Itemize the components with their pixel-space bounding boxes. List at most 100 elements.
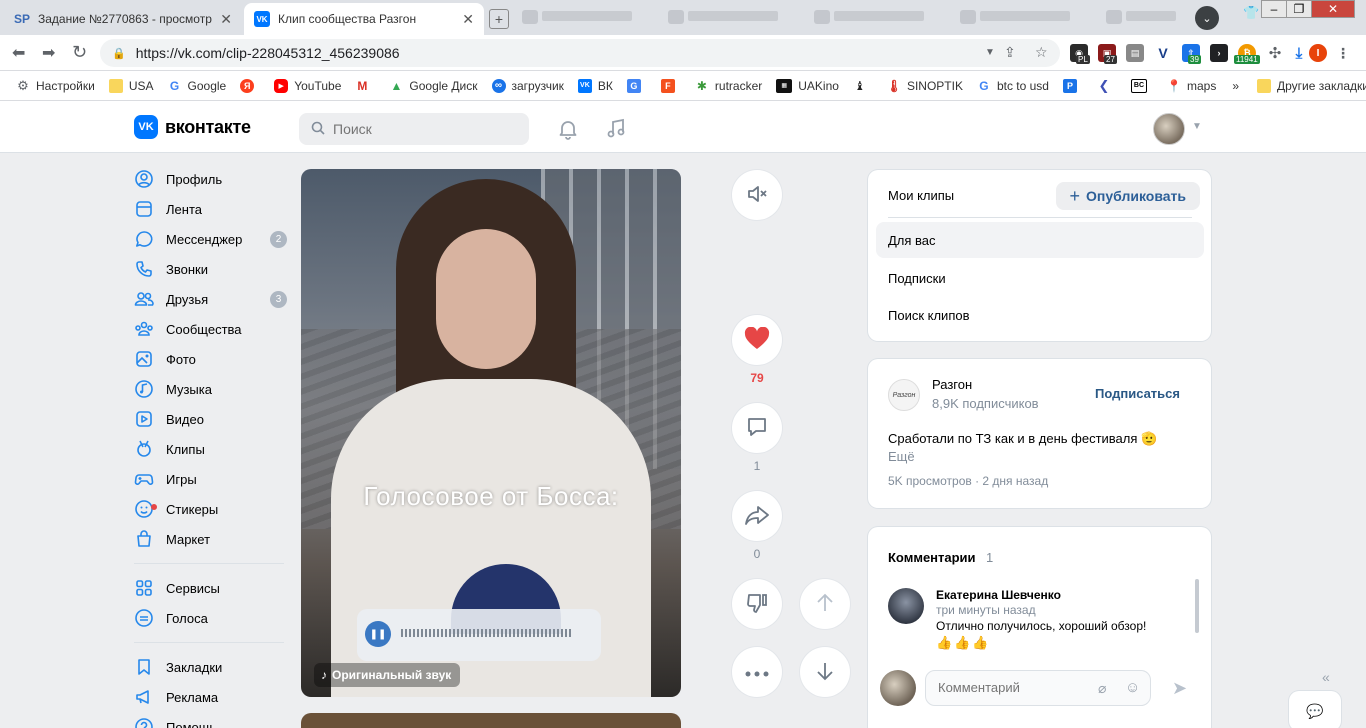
subscribe-button[interactable]: Подписаться (1095, 386, 1180, 401)
publish-button[interactable]: + Опубликовать (1055, 182, 1200, 210)
extension-briefcase-icon[interactable]: ▤ (1126, 44, 1144, 62)
bookmark-arrow[interactable]: ❮ (1097, 78, 1117, 93)
close-window-icon[interactable]: ✕ (1311, 0, 1355, 18)
nav-item-services[interactable]: Сервисы (134, 573, 289, 603)
like-button[interactable] (732, 315, 782, 365)
background-tab-icon[interactable] (522, 10, 538, 24)
url-field[interactable]: 🔒 https://vk.com/clip-228045312_45623908… (100, 39, 1060, 67)
chat-button[interactable]: 💬 (1289, 691, 1341, 728)
forward-icon[interactable]: ➡ (42, 43, 55, 63)
tab-search-chevron-icon[interactable]: ⌄ (1195, 6, 1219, 30)
comment-time[interactable]: три минуты назад (936, 603, 1036, 617)
bookmark-google-drive[interactable]: ▲ Google Диск (389, 79, 477, 93)
my-clips-title[interactable]: Мои клипы (888, 188, 954, 203)
vk-search[interactable] (299, 113, 529, 145)
profile-avatar[interactable]: I (1309, 44, 1327, 62)
nav-item-games[interactable]: Игры (134, 464, 289, 494)
nav-item-video[interactable]: Видео (134, 404, 289, 434)
nav-item-photos[interactable]: Фото (134, 344, 289, 374)
other-bookmarks[interactable]: Другие закладки (1257, 78, 1366, 93)
search-input[interactable] (333, 121, 513, 137)
clip-video-player[interactable]: Голосовое от Босса: ❚❚ ♪ Оригинальный зв… (301, 169, 681, 697)
bookmark-maps[interactable]: 📍 maps (1167, 79, 1217, 93)
comment-input-box[interactable]: ⌀ ☺ (925, 670, 1151, 706)
bookmark-rutracker[interactable]: ✱ rutracker (695, 79, 762, 93)
paperclip-icon[interactable]: ⌀ (1098, 680, 1106, 697)
minimize-icon[interactable]: – (1261, 0, 1287, 18)
extension-v-icon[interactable]: V (1154, 44, 1172, 62)
bookmark-uakino[interactable]: ▦ UAKino (776, 78, 839, 93)
bookmark-downloader[interactable]: ∞ загрузчик (491, 78, 564, 93)
show-more-link[interactable]: Ещё (888, 449, 915, 464)
extension-terminal-icon[interactable]: › (1210, 44, 1228, 62)
bookmark-gmail[interactable]: M (355, 79, 375, 93)
nav-item-music[interactable]: Музыка (134, 374, 289, 404)
nav-item-ads[interactable]: Реклама (134, 682, 289, 712)
commenter-name[interactable]: Екатерина Шевченко (936, 588, 1061, 602)
share-button[interactable] (732, 491, 782, 541)
menu-item-for-you[interactable]: Для вас (876, 222, 1204, 258)
mute-button[interactable] (732, 170, 782, 220)
background-tab-icon[interactable] (814, 10, 830, 24)
author-avatar[interactable]: Разгон (888, 379, 920, 411)
nav-item-clips[interactable]: Клипы (134, 434, 289, 464)
background-tab-icon[interactable] (1106, 10, 1122, 24)
bookmark-translate[interactable]: G (626, 78, 647, 93)
nav-item-votes[interactable]: Голоса (134, 603, 289, 633)
dropdown-arrow-icon[interactable]: ▼ (985, 47, 995, 58)
nav-item-profile[interactable]: Профиль (134, 164, 289, 194)
back-icon[interactable]: ⬅ (12, 43, 25, 63)
send-icon[interactable]: ➤ (1172, 678, 1187, 699)
bookmark-chess[interactable]: ♝ (853, 79, 873, 93)
new-tab-button[interactable]: + (489, 9, 509, 29)
original-sound-button[interactable]: ♪ Оригинальный звук (314, 663, 461, 687)
reload-icon[interactable]: ↻ (72, 42, 87, 63)
star-icon[interactable]: ☆ (1035, 44, 1048, 61)
bookmark-youtube[interactable]: ▶ YouTube (274, 78, 341, 93)
bookmark-btc-to-usd[interactable]: G btc to usd (977, 79, 1049, 93)
emoji-icon[interactable]: ☺ (1125, 679, 1140, 696)
background-tab-icon[interactable] (668, 10, 684, 24)
bookmark-p[interactable]: P (1062, 78, 1083, 93)
nav-item-bookmarks[interactable]: Закладки (134, 652, 289, 682)
bookmark-usa[interactable]: USA (108, 78, 154, 93)
bookmark-yandex[interactable]: Я (240, 78, 260, 93)
nav-item-friends[interactable]: Друзья 3 (134, 284, 289, 314)
user-avatar[interactable] (1153, 113, 1185, 145)
shirt-icon[interactable]: 👕 (1243, 5, 1259, 21)
previous-clip-button[interactable] (800, 579, 850, 629)
nav-item-help[interactable]: Помощь (134, 712, 289, 728)
nav-item-calls[interactable]: Звонки (134, 254, 289, 284)
bookmark-google[interactable]: G Google (168, 79, 226, 93)
browser-tab-vk-clip[interactable]: VK Клип сообщества Разгон ✕ (244, 3, 484, 35)
extensions-puzzle-icon[interactable]: ✣ (1266, 44, 1284, 62)
menu-kebab-icon[interactable]: ⋮ (1334, 44, 1352, 62)
nav-item-market[interactable]: Маркет (134, 524, 289, 554)
next-clip-preview[interactable] (301, 713, 681, 728)
close-tab-icon[interactable]: ✕ (462, 11, 474, 28)
commenter-avatar[interactable] (888, 588, 924, 624)
bookmark-sinoptik[interactable]: 🌡 SINOPTIK (886, 79, 963, 93)
background-tab-icon[interactable] (960, 10, 976, 24)
dislike-button[interactable] (732, 579, 782, 629)
share-icon[interactable]: ⇪ (1004, 44, 1016, 61)
bookmark-vk[interactable]: VK ВК (577, 78, 613, 93)
comment-input[interactable] (938, 680, 1088, 695)
more-options-button[interactable] (732, 647, 782, 697)
comments-scrollbar[interactable] (1195, 579, 1199, 633)
bookmark-f[interactable]: F (660, 78, 681, 93)
maximize-icon[interactable]: ❐ (1286, 0, 1312, 18)
nav-item-stickers[interactable]: Стикеры (134, 494, 289, 524)
browser-tab-task[interactable]: SP Задание №2770863 - просмотр з ✕ (4, 3, 242, 35)
bookmark-bc[interactable]: BC (1130, 78, 1153, 93)
close-tab-icon[interactable]: ✕ (220, 11, 232, 28)
nav-item-feed[interactable]: Лента (134, 194, 289, 224)
author-name[interactable]: Разгон (932, 377, 972, 392)
comment-button[interactable] (732, 403, 782, 453)
menu-item-subscriptions[interactable]: Подписки (876, 260, 1204, 296)
download-icon[interactable]: ⤓ (1290, 44, 1308, 62)
next-clip-button[interactable] (800, 647, 850, 697)
chevron-down-icon[interactable]: ▼ (1192, 121, 1202, 132)
vk-logo[interactable]: VK вконтакте (134, 115, 251, 139)
music-note-icon[interactable] (605, 118, 627, 140)
